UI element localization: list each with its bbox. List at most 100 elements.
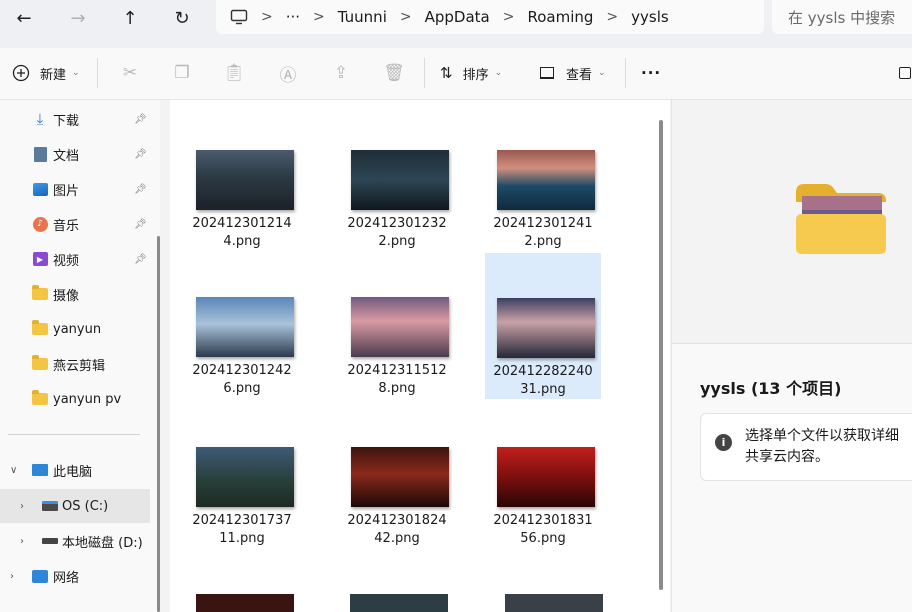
image-thumbnail	[196, 447, 294, 507]
trash-icon: 🗑︎	[383, 63, 405, 83]
address-row: ← → ↑ ↻ > ··· > Tuunni > AppData > Roami…	[0, 0, 912, 48]
file-name: 202412301824	[347, 513, 447, 528]
file-item[interactable]: 202412301214 4.png	[184, 105, 300, 251]
image-thumbnail[interactable]	[350, 594, 448, 612]
copy-button[interactable]: ❐	[170, 48, 194, 98]
image-thumbnail[interactable]	[505, 594, 603, 612]
more-icon: ···	[641, 64, 662, 82]
pictures-icon	[32, 182, 48, 196]
sidebar-item-videos[interactable]: ▶ 视频 📌︎	[0, 244, 150, 274]
file-item[interactable]: 202412301242 6.png	[184, 252, 300, 398]
rename-icon: Ⓐ	[279, 65, 297, 86]
file-name-extension: 31.png	[520, 382, 566, 397]
file-name-extension: 6.png	[223, 381, 261, 396]
sidebar-item-yanyun-pv[interactable]: yanyun pv	[0, 384, 150, 414]
cut-button[interactable]: ✂	[118, 48, 142, 98]
image-thumbnail	[196, 297, 294, 357]
search-input[interactable]: 在 yysls 中搜索	[772, 0, 912, 34]
sidebar-item-documents[interactable]: 文档 📌︎	[0, 139, 150, 169]
back-arrow-icon: ←	[16, 7, 32, 29]
file-item[interactable]: 202412301232 2.png	[339, 105, 455, 251]
sidebar-item-label: 本地磁盘 (D:)	[62, 535, 143, 551]
file-item[interactable]: 202412301824 42.png	[339, 402, 455, 548]
sidebar-item-yanyun[interactable]: yanyun	[0, 314, 150, 344]
sidebar-item-network[interactable]: › 网络	[0, 561, 150, 591]
content-scrollbar[interactable]	[659, 120, 663, 590]
image-thumbnail[interactable]	[196, 594, 294, 612]
file-item[interactable]: 202412311512 8.png	[339, 252, 455, 398]
share-button[interactable]: ⇪	[329, 48, 353, 98]
file-name-extension: 42.png	[374, 531, 420, 546]
command-bar: 新建 ⌄ ✂ ❐ 📋︎ Ⓐ ⇪ 🗑︎ ⇅ 排序 ⌄ 查看 ⌄ ···	[0, 48, 912, 100]
file-name-extension: 4.png	[223, 234, 261, 249]
file-grid: 202412301214 4.png 202412301232 2.png 202412…	[170, 100, 670, 612]
sidebar-item-music[interactable]: ♪ 音乐 📌︎	[0, 209, 150, 239]
view-icon	[540, 67, 554, 79]
sidebar-item-downloads[interactable]: ⤓ 下载 📌︎	[0, 104, 150, 134]
back-button[interactable]: ←	[12, 7, 36, 29]
breadcrumb-separator: >	[313, 9, 325, 25]
sidebar-item-drive-c[interactable]: › OS (C:)	[0, 489, 150, 523]
breadcrumb-overflow[interactable]: ···	[286, 8, 300, 26]
chevron-down-icon: ⌄	[72, 68, 80, 78]
chevron-down-icon[interactable]: ∨	[10, 465, 17, 476]
pin-icon[interactable]: 📌︎	[134, 254, 147, 265]
details-info-line2: 共享云内容。	[745, 449, 829, 465]
refresh-button[interactable]: ↻	[170, 7, 194, 29]
pin-icon[interactable]: 📌︎	[134, 114, 147, 125]
sidebar-item-label: 燕云剪辑	[53, 358, 106, 374]
info-icon: i	[715, 434, 732, 451]
breadcrumb-tuunni[interactable]: Tuunni	[338, 8, 387, 26]
new-label: 新建	[40, 67, 67, 83]
chevron-right-icon[interactable]: ›	[20, 501, 24, 512]
pin-icon[interactable]: 📌︎	[134, 184, 147, 195]
sidebar-item-label: 视频	[53, 253, 80, 269]
file-item[interactable]: 202412301737 11.png	[184, 402, 300, 548]
file-item[interactable]: 202412282240 31.png	[485, 253, 601, 399]
breadcrumb-appdata[interactable]: AppData	[425, 8, 490, 26]
up-arrow-icon: ↑	[122, 7, 138, 29]
details-pane-button[interactable]	[899, 48, 911, 98]
up-button[interactable]: ↑	[118, 7, 142, 29]
paste-icon: 📋︎	[223, 63, 245, 83]
breadcrumb-roaming[interactable]: Roaming	[527, 8, 593, 26]
sidebar-item-yanyun-edit[interactable]: 燕云剪辑	[0, 349, 150, 379]
file-name: 202412301831	[493, 513, 593, 528]
image-thumbnail	[196, 150, 294, 210]
sidebar-item-label: yanyun pv	[53, 391, 122, 407]
chevron-right-icon[interactable]: ›	[20, 536, 24, 547]
chevron-down-icon: ⌄	[494, 68, 503, 78]
sidebar-item-this-pc[interactable]: ∨ 此电脑	[0, 455, 150, 485]
sidebar-item-label: OS (C:)	[62, 498, 109, 514]
file-item[interactable]: 202412301241 2.png	[485, 105, 601, 251]
this-pc-icon	[32, 463, 48, 477]
address-bar[interactable]: > ··· > Tuunni > AppData > Roaming > yys…	[216, 0, 764, 34]
pin-icon[interactable]: 📌︎	[134, 149, 147, 160]
delete-button[interactable]: 🗑︎	[382, 48, 406, 98]
sidebar-item-pictures[interactable]: 图片 📌︎	[0, 174, 150, 204]
rename-button[interactable]: Ⓐ	[276, 48, 300, 98]
file-name: 202412311512	[347, 363, 447, 378]
file-name: 202412301737	[192, 513, 292, 528]
breadcrumb-yysls[interactable]: yysls	[631, 8, 669, 26]
sidebar-item-drive-d[interactable]: › 本地磁盘 (D:)	[0, 526, 150, 556]
image-thumbnail	[497, 150, 595, 210]
new-button[interactable]: 新建 ⌄	[12, 48, 80, 98]
sort-button[interactable]: ⇅ 排序 ⌄	[440, 48, 502, 98]
monitor-icon[interactable]	[230, 8, 248, 26]
more-options-button[interactable]: ···	[641, 48, 661, 98]
image-thumbnail	[351, 447, 449, 507]
file-item[interactable]: 202412301831 56.png	[485, 402, 601, 548]
refresh-icon: ↻	[174, 7, 190, 29]
file-name: 202412301232	[347, 216, 447, 231]
view-button[interactable]: 查看 ⌄	[540, 48, 606, 98]
paste-button[interactable]: 📋︎	[222, 48, 246, 98]
pin-icon[interactable]: 📌︎	[134, 219, 147, 230]
chevron-right-icon[interactable]: ›	[10, 571, 14, 582]
file-name-extension: 11.png	[219, 531, 265, 546]
forward-button[interactable]: →	[66, 8, 90, 29]
sidebar-scrollbar[interactable]	[157, 236, 160, 612]
drive-icon	[42, 534, 58, 548]
sidebar-item-camera-folder[interactable]: 摄像	[0, 279, 150, 309]
sidebar-item-label: 摄像	[53, 288, 80, 304]
